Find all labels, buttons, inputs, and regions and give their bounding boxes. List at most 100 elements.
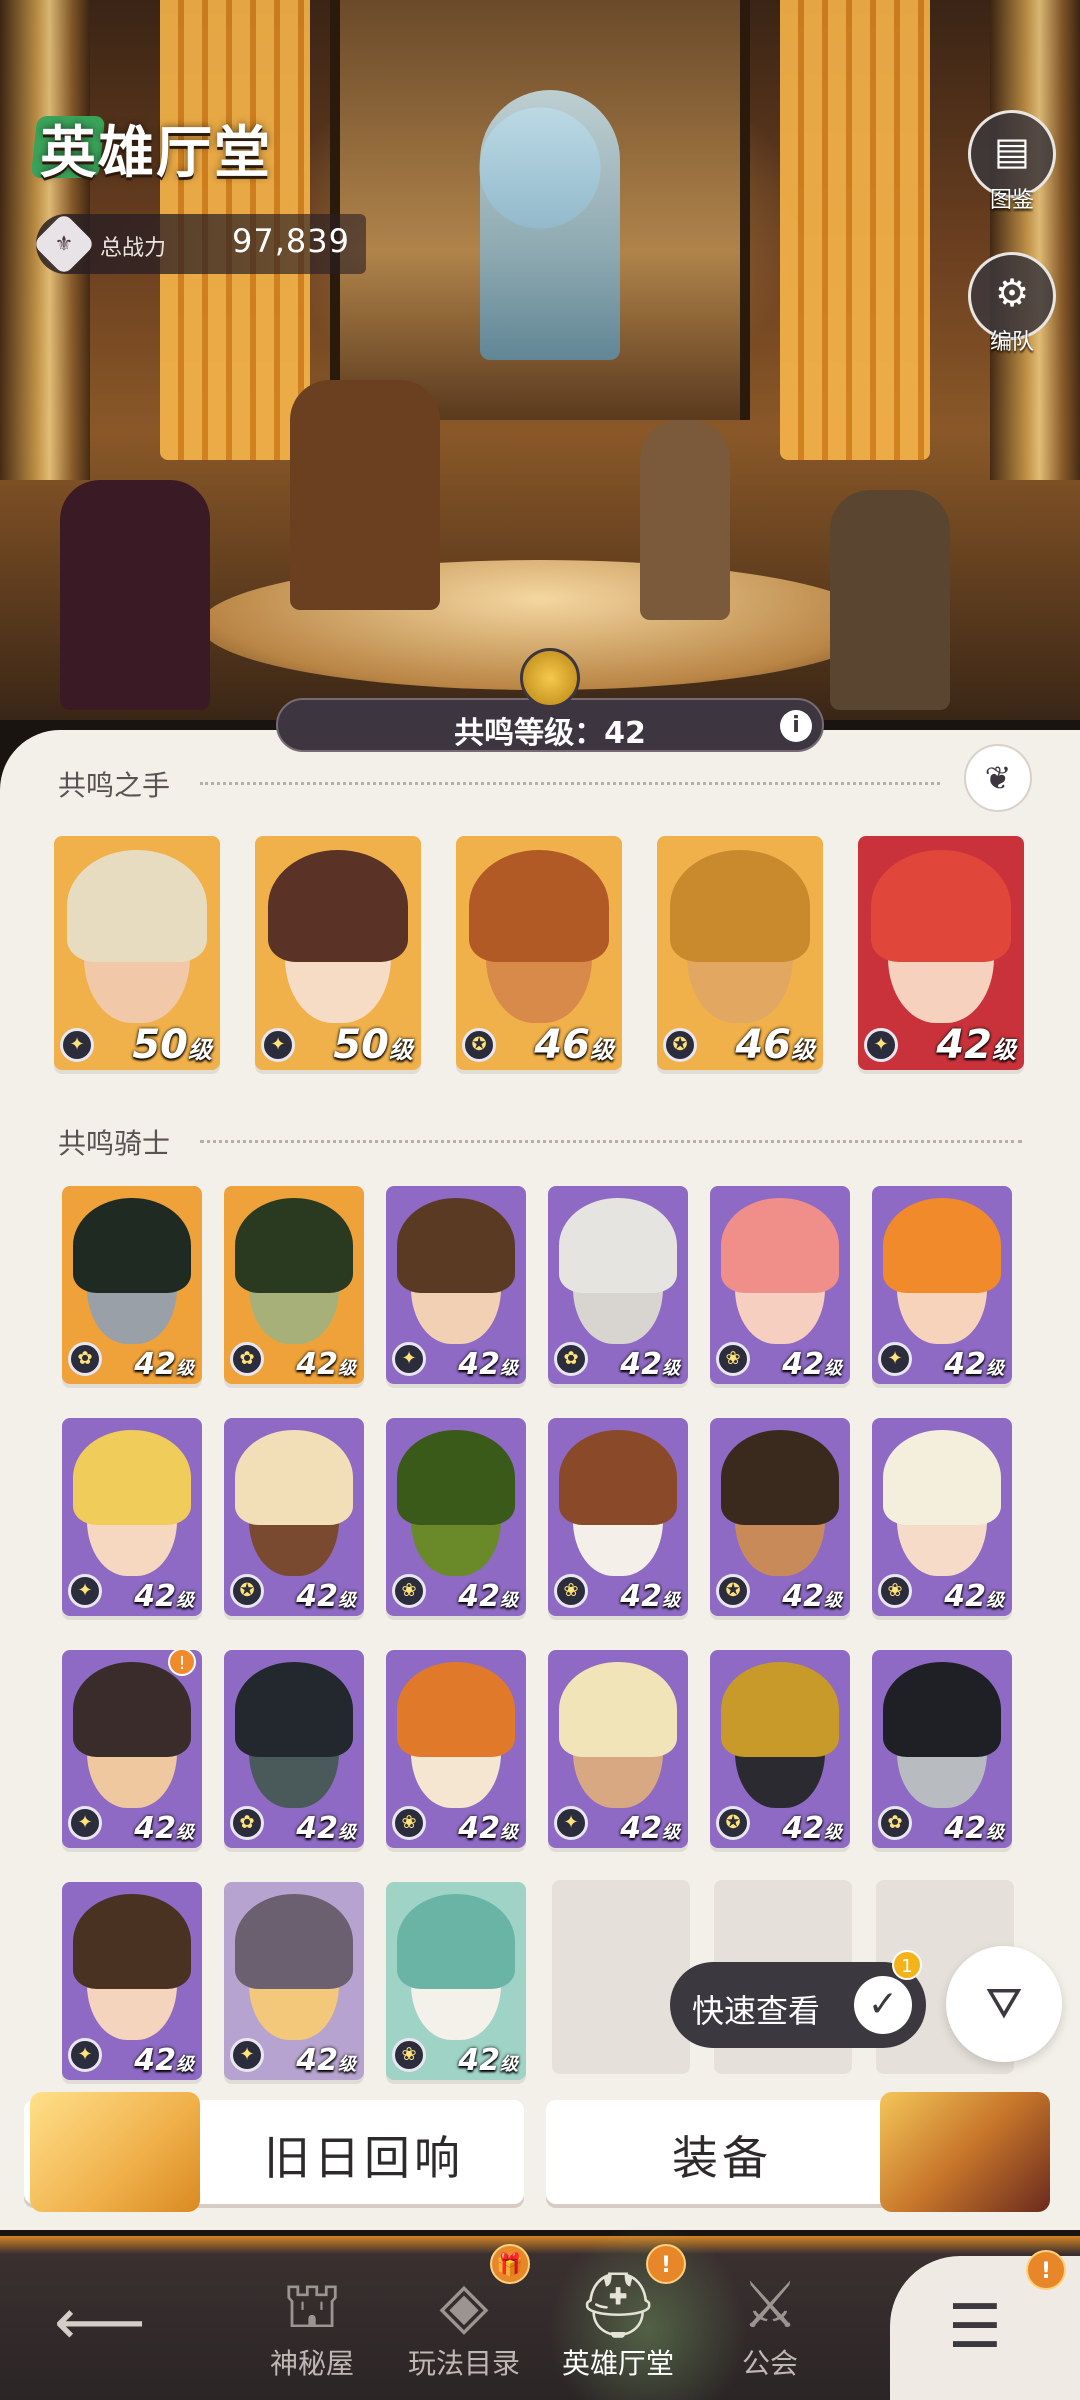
hero-card[interactable]: ❀ 42级 [386,1418,526,1616]
section-divider [200,1140,1022,1143]
hero-card[interactable]: ✪ 42级 [710,1418,850,1616]
stained-window-right [780,0,930,460]
hero-hair [235,1197,353,1293]
hero-card[interactable]: ✦ 42级! [62,1650,202,1848]
book-icon: ▤ [994,129,1030,173]
quick-view-button[interactable]: 快速查看 ✓ 1 [670,1950,926,2048]
level-number: 46 [735,1022,791,1068]
faction-icon: ❀ [392,2038,426,2072]
back-arrow-icon[interactable]: ⟵ [54,2286,146,2360]
filter-icon: ⛛ [985,1978,1023,2029]
hero-card[interactable]: ❀ 42级 [548,1418,688,1616]
equipment-button[interactable]: 装备 [546,2092,1050,2212]
level-number: 42 [134,1579,176,1614]
stained-glass-mural [330,0,750,420]
level-number: 42 [458,2043,500,2078]
hero-figure-3[interactable] [640,420,730,620]
gift-badge-icon: 🎁 [490,2244,530,2284]
pillar-right [990,0,1080,480]
hero-card[interactable]: ✪ 42级 [224,1418,364,1616]
hero-card[interactable]: ✿ 42级 [224,1650,364,1848]
hero-level: 42级 [944,1347,1004,1382]
level-number: 42 [296,1811,338,1846]
hero-card[interactable]: ✿ 42级 [224,1186,364,1384]
hero-level: 42级 [458,1811,518,1846]
level-suffix: 级 [662,1590,680,1611]
level-suffix: 级 [176,2054,194,2075]
hero-card[interactable]: ✦ 50级 [54,836,220,1070]
hero-card[interactable]: ✦ 42级 [548,1650,688,1848]
hero-figure-4[interactable] [830,490,950,710]
hero-level: 50级 [333,1022,413,1068]
hero-card[interactable]: ❀ 42级 [710,1186,850,1384]
level-suffix: 级 [338,1590,356,1611]
hero-hair [670,850,810,963]
tab-label: 英雄厅堂 [561,2347,674,2380]
faction-icon: ❀ [554,1574,588,1608]
hero-card[interactable]: ✦ 42级 [62,1418,202,1616]
hero-figure-1[interactable] [60,480,210,710]
hero-card[interactable]: ❀ 42级 [872,1418,1012,1616]
hero-figure-2[interactable] [290,380,440,610]
quick-view-label: 快速查看 [692,1992,821,2030]
hero-card[interactable]: ❀ 42级 [386,1882,526,2080]
crossed-swords-icon: ⚔ [741,2269,799,2343]
hero-level: 42级 [620,1811,680,1846]
hero-card[interactable]: ✦ 42级 [858,836,1024,1070]
tab-guild[interactable]: ⚔ 公会 [700,2256,840,2382]
page-title: 英雄厅堂 [40,121,272,186]
faction-icon: ❀ [878,1574,912,1608]
hero-level: 42级 [458,1579,518,1614]
feather-icon: ❦ [984,759,1012,797]
level-suffix: 级 [176,1590,194,1611]
hero-card[interactable]: ✪ 46级 [657,836,823,1070]
filter-button[interactable]: ⛛ [946,1946,1062,2062]
tab-mystery-house[interactable]: ⛫ 神秘屋 [242,2256,382,2382]
old-echo-button[interactable]: 旧日回响 [24,2092,524,2212]
hero-hair [559,1661,677,1757]
equipment-art-icon [880,2092,1050,2212]
hero-card[interactable]: ✦ 42级 [872,1186,1012,1384]
faction-icon: ✦ [261,1028,295,1062]
hero-card[interactable]: ✦ 42级 [62,1882,202,2080]
level-suffix: 级 [389,1036,413,1064]
hero-hair [268,850,408,963]
hero-card[interactable]: ✦ 42级 [386,1186,526,1384]
level-number: 42 [620,1811,662,1846]
hero-level: 42级 [296,1811,356,1846]
faction-icon: ✦ [68,1574,102,1608]
level-suffix: 级 [986,1590,1004,1611]
hero-hair [721,1197,839,1293]
hero-card[interactable]: ✿ 42级 [872,1650,1012,1848]
level-suffix: 级 [992,1036,1016,1064]
faction-icon: ✦ [68,2038,102,2072]
hero-hair [397,1661,515,1757]
hero-hair [871,850,1011,963]
info-icon[interactable]: i [780,710,812,742]
hero-card[interactable]: ❀ 42级 [386,1650,526,1848]
hero-level: 42级 [134,1347,194,1382]
hero-card[interactable]: ✿ 42级 [548,1186,688,1384]
hero-card[interactable]: ✦ 42级 [224,1882,364,2080]
hero-card[interactable]: ✦ 50级 [255,836,421,1070]
hero-hair [559,1429,677,1525]
hero-level: 42级 [458,1347,518,1382]
feather-button[interactable]: ❦ [964,744,1032,812]
total-power-display: ⚜ 总战力 97,839 [32,212,366,276]
hero-level: 42级 [944,1579,1004,1614]
faction-icon: ✪ [230,1574,264,1608]
level-suffix: 级 [188,1036,212,1064]
hero-hair [883,1197,1001,1293]
hero-card[interactable]: ✪ 42级 [710,1650,850,1848]
level-suffix: 级 [662,1358,680,1379]
hero-hair [73,1893,191,1989]
hero-card[interactable]: ✿ 42级 [62,1186,202,1384]
faction-icon: ✿ [878,1806,912,1840]
level-number: 42 [944,1347,986,1382]
faction-icon: ✿ [230,1342,264,1376]
hero-level: 50级 [132,1022,212,1068]
hero-card[interactable]: ✪ 46级 [456,836,622,1070]
level-number: 42 [134,1347,176,1382]
hero-hair [883,1661,1001,1757]
level-suffix: 级 [986,1822,1004,1843]
